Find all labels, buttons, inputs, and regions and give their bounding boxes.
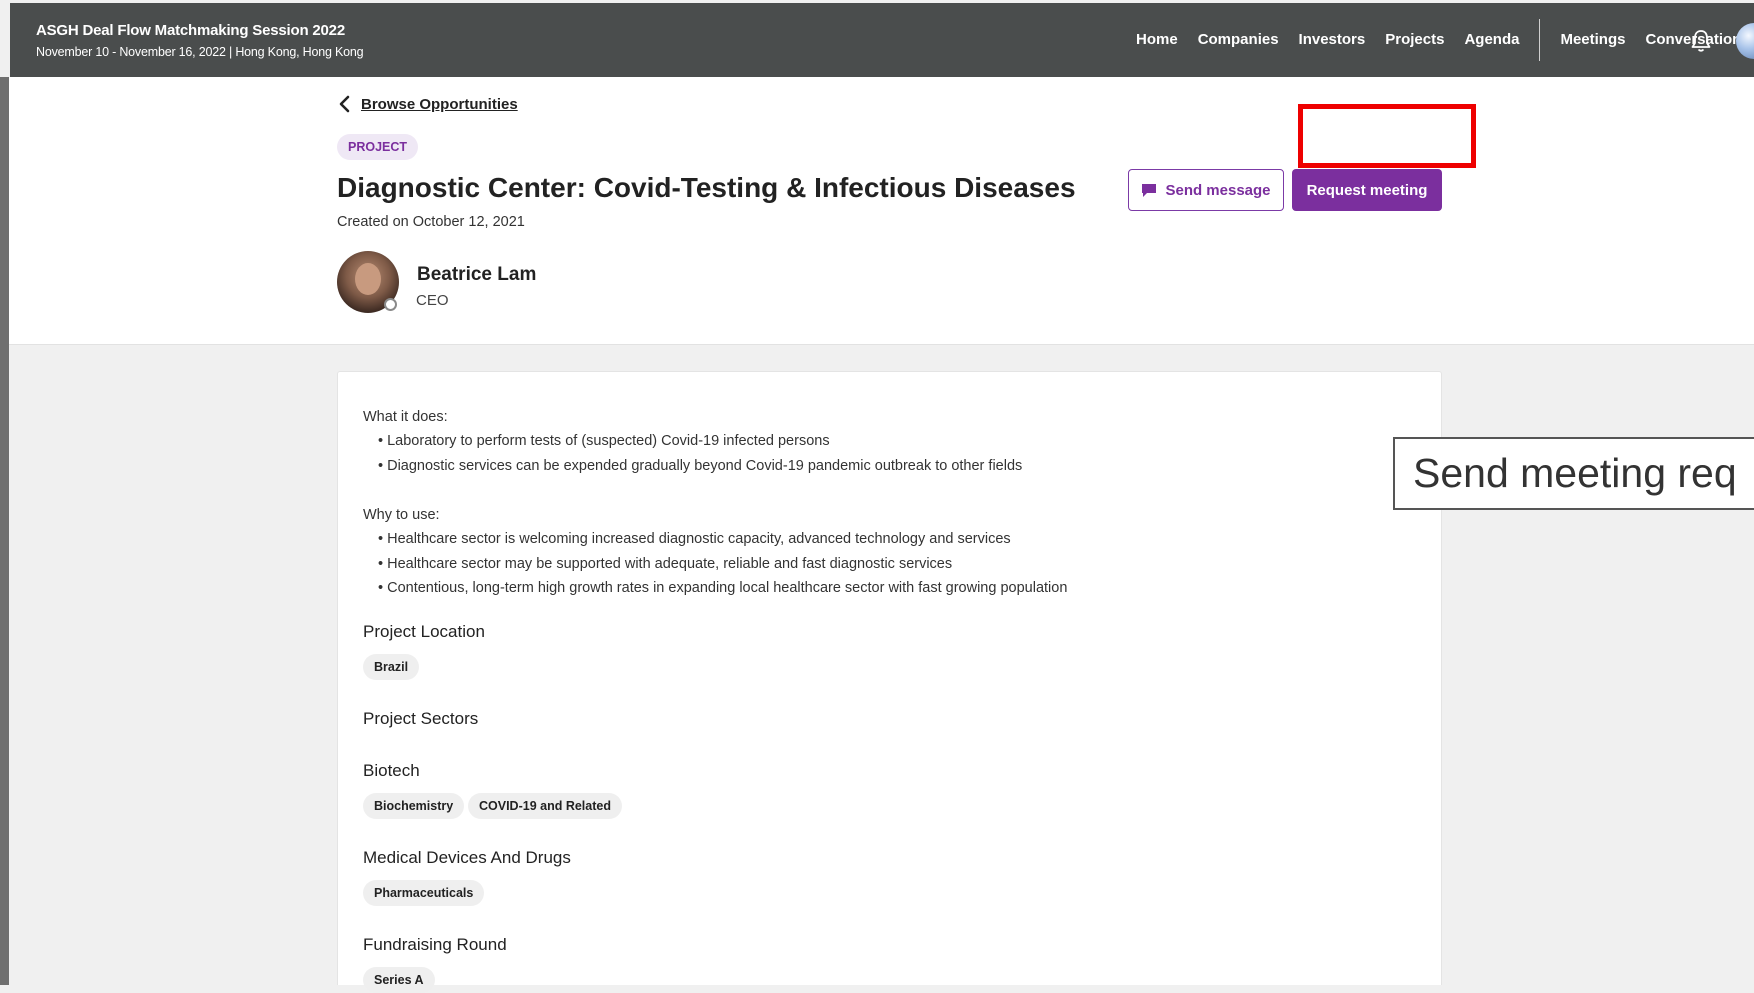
page-title: Diagnostic Center: Covid-Testing & Infec… [337,172,1076,203]
event-title: ASGH Deal Flow Matchmaking Session 2022 [36,22,345,39]
request-meeting-button[interactable]: Request meeting [1292,169,1442,211]
event-subtitle: November 10 - November 16, 2022 | Hong K… [36,45,364,59]
project-details-card: What it does: • Laboratory to perform te… [337,371,1442,993]
bell-icon[interactable] [1690,29,1712,53]
why-to-use-label: Why to use: [363,507,440,523]
annotation-label: Send meeting req [1393,437,1754,510]
project-sectors-heading: Project Sectors [363,709,479,728]
avatar-face [355,263,381,295]
browse-opportunities-link[interactable]: Browse Opportunities [338,95,518,113]
highlight-annotation-box [1298,104,1476,168]
list-item: • Healthcare sector may be supported wit… [378,556,953,572]
fundraising-round-heading: Fundraising Round [363,935,507,954]
project-type-badge: PROJECT [337,134,419,160]
location-tag: Brazil [363,654,420,680]
chevron-left-icon [339,95,350,113]
nav-divider [1539,19,1541,61]
chat-bubble-icon [1142,183,1157,197]
nav-projects[interactable]: Projects [1385,31,1444,61]
sector-group-name: Biotech [363,761,420,780]
nav-home[interactable]: Home [1136,31,1178,61]
project-header-panel [9,77,1754,345]
what-it-does-label: What it does: [363,409,448,425]
sector-tag: Biochemistry [363,793,465,819]
list-item: • Diagnostic services can be expended gr… [378,458,1023,474]
owner-role: CEO [416,292,449,309]
list-item: • Healthcare sector is welcoming increas… [378,531,1011,547]
list-item: • Laboratory to perform tests of (suspec… [378,433,830,449]
round-tag: Series A [363,967,435,993]
list-item: • Contentious, long-term high growth rat… [378,580,1068,596]
nav-agenda[interactable]: Agenda [1464,31,1519,61]
main-nav: Home Companies Investors Projects Agenda… [1136,19,1754,61]
owner-name[interactable]: Beatrice Lam [417,264,536,286]
left-edge-strip [0,77,9,985]
status-indicator-icon [384,298,397,311]
sector-group-name: Medical Devices And Drugs [363,848,571,867]
send-message-label: Send message [1165,181,1271,199]
nav-investors[interactable]: Investors [1299,31,1366,61]
send-message-button[interactable]: Send message [1128,169,1284,211]
project-location-heading: Project Location [363,622,485,641]
created-date: Created on October 12, 2021 [337,214,525,230]
sector-tag: COVID-19 and Related [468,793,622,819]
sector-tag: Pharmaceuticals [363,880,485,906]
top-navigation-bar: ASGH Deal Flow Matchmaking Session 2022 … [10,3,1754,77]
nav-companies[interactable]: Companies [1198,31,1279,61]
back-link-label: Browse Opportunities [361,95,518,113]
nav-meetings[interactable]: Meetings [1560,31,1625,61]
